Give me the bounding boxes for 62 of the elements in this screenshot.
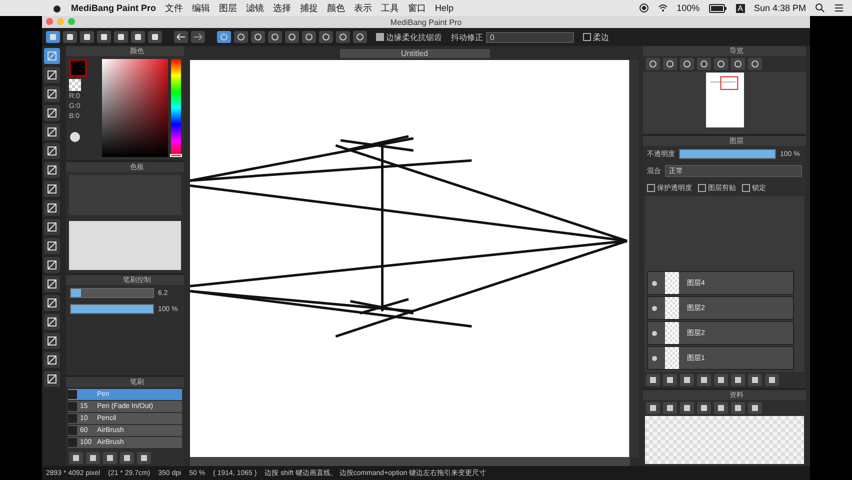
canvas-thumbnail[interactable] [706,72,744,128]
transparent-swatch[interactable] [69,79,81,91]
resource-tool-icon[interactable] [663,402,677,414]
square-icon[interactable] [44,143,60,159]
menu-item[interactable]: 图层 [219,2,238,14]
resource-tool-icon[interactable] [714,402,728,414]
menu-item[interactable]: Help [435,3,454,13]
menu-clock: Sun 4:38 PM [754,3,806,13]
search-icon[interactable] [815,3,825,13]
ring-icon[interactable] [336,31,350,43]
redo-icon[interactable] [191,31,205,43]
soft-edge-checkbox[interactable]: 柔边 [583,32,609,42]
slider-track[interactable] [70,288,154,298]
hue-thumb[interactable] [170,154,182,157]
menu-item[interactable]: 表示 [354,2,372,14]
resource-tool-icon[interactable] [680,402,694,414]
palette-icon[interactable] [69,131,81,143]
menu-item[interactable]: 工具 [381,2,400,14]
layer-tool-icon[interactable] [646,374,660,386]
stabilizer-label: 抖动修正 [451,32,483,42]
app-menu[interactable]: MediBang Paint Pro [71,3,156,13]
battery-percent: 100% [676,3,700,13]
menu-item[interactable]: 颜色 [327,2,346,14]
menu-item[interactable]: 编辑 [192,2,210,14]
vertical-scrollbar[interactable] [629,60,639,457]
panel-tool-icon[interactable] [86,452,100,464]
panel-tool-icon[interactable] [103,452,117,464]
square-icon[interactable] [44,181,60,197]
input-source[interactable]: A [736,4,745,12]
battery-icon[interactable] [708,4,727,12]
layer-tool-icon[interactable] [714,374,728,386]
color-picker-square[interactable] [102,59,168,157]
wifi-icon[interactable] [658,3,668,13]
layer-tool-icon[interactable] [680,374,694,386]
layer-tool-icon[interactable] [748,374,762,386]
undo-icon[interactable] [174,31,188,43]
document-tab[interactable]: Untitled [340,49,490,58]
layer-tool-icon[interactable] [663,374,677,386]
menu-item[interactable]: 滤镜 [246,2,264,14]
layer-tool-icon[interactable] [765,374,779,386]
resource-tool-icon[interactable] [748,402,762,414]
panel-tool-icon[interactable] [69,452,83,464]
resource-tool-icon[interactable] [697,402,711,414]
menu-item[interactable]: 窗口 [408,2,426,14]
resource-tool-icon[interactable] [646,402,660,414]
antialias-checkbox[interactable]: 边缘柔化抗锯齿 [376,32,442,42]
layer-tool-icon[interactable] [731,374,745,386]
horizontal-scrollbar[interactable] [190,457,630,466]
stabilizer-dropdown[interactable]: 0 [486,32,574,42]
window-title: MediBang Paint Pro [390,18,462,26]
hue-slider[interactable] [171,59,181,157]
panel-tool-icon[interactable] [137,452,151,464]
resource-tool-icon[interactable] [731,402,745,414]
menu-item[interactable]: 选择 [273,2,292,14]
layer-tool-icon[interactable] [697,374,711,386]
record-icon[interactable] [638,3,649,13]
ring-icon[interactable] [353,31,367,43]
panel-tool-icon[interactable] [120,452,134,464]
square-icon[interactable] [44,86,60,102]
color-swatch[interactable] [69,59,87,77]
menu-item[interactable]: 文件 [165,2,184,14]
menu-item[interactable]: 捕捉 [300,2,318,14]
